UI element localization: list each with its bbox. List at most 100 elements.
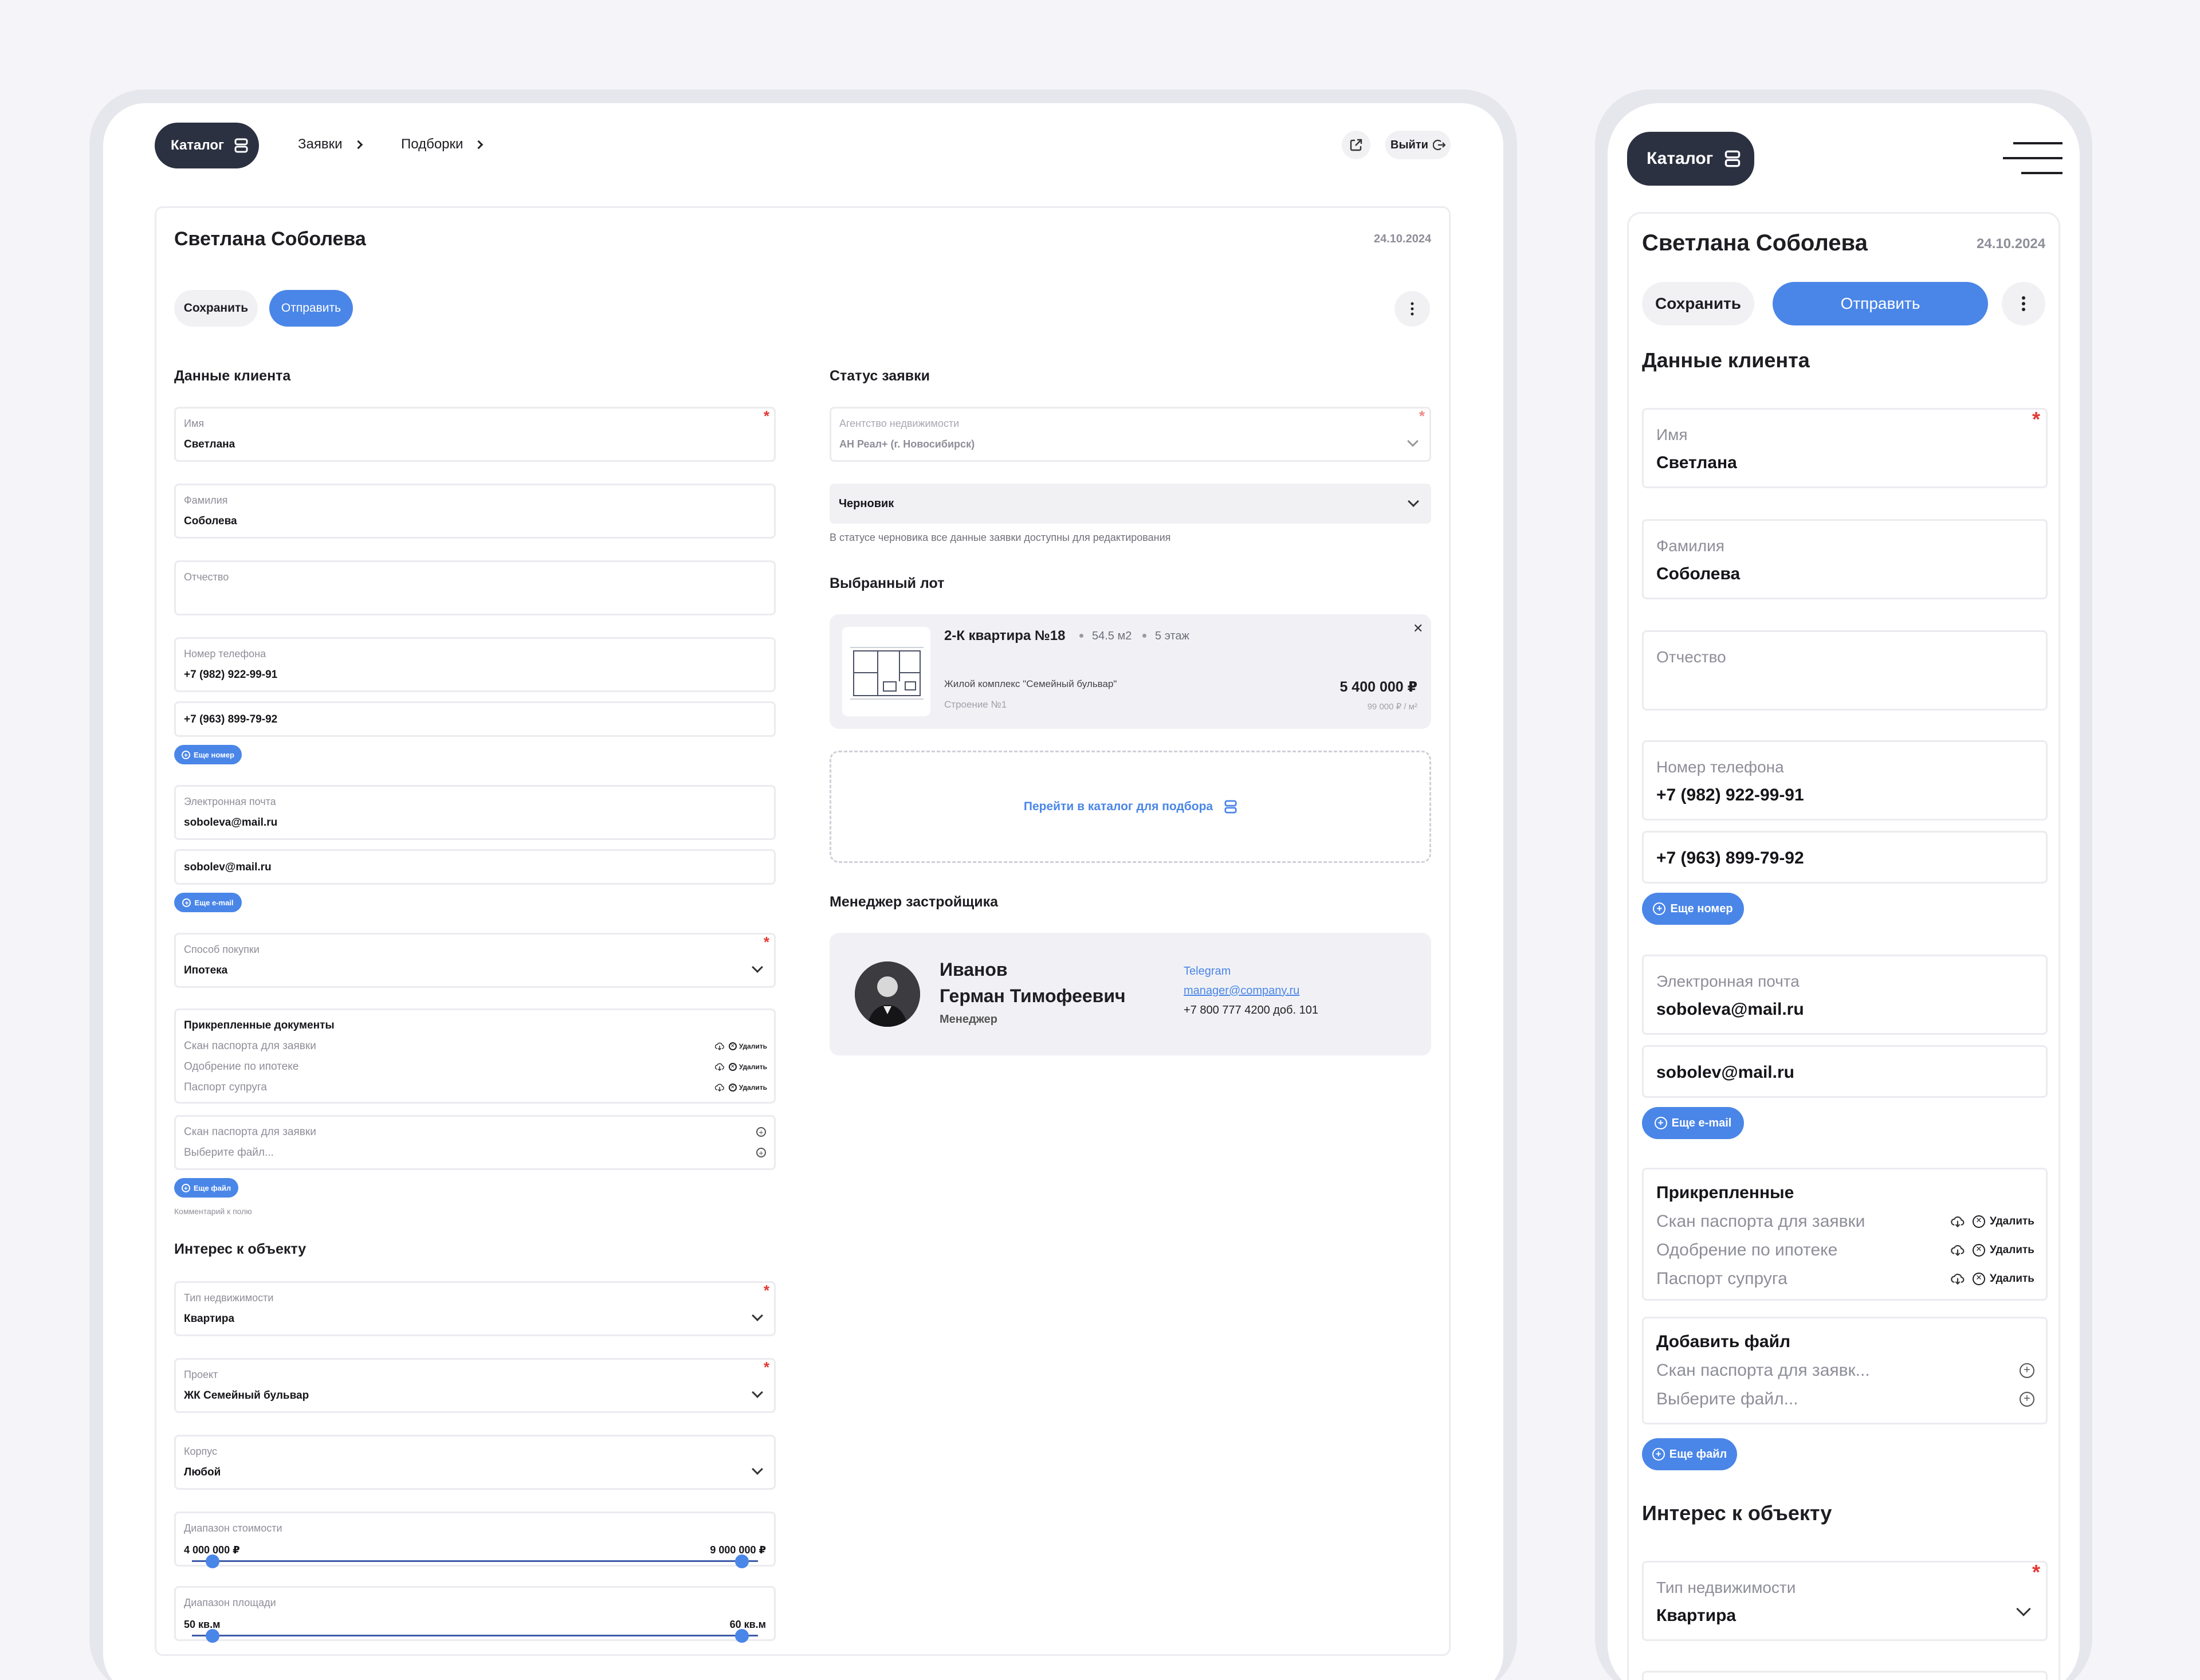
delete-doc-button[interactable]: Удалить xyxy=(739,1063,767,1071)
add-file-button[interactable]: + Еще файл xyxy=(174,1178,238,1198)
purchase-method-select[interactable]: Способ покупки Ипотека * xyxy=(174,933,776,988)
save-button[interactable]: Сохранить xyxy=(174,290,258,327)
remove-lot-icon[interactable]: ✕ xyxy=(1413,621,1423,636)
property-type-select[interactable]: Тип недвижимости Квартира * xyxy=(1642,1560,2048,1641)
last-name-field[interactable]: Фамилия Соболева xyxy=(1642,519,2048,599)
external-link-button[interactable] xyxy=(1342,131,1370,159)
catalog-button[interactable]: Каталог xyxy=(1627,132,1754,186)
price-max-value: 9 000 000 ₽ xyxy=(710,1544,766,1556)
last-name-field[interactable]: Фамилия Соболева xyxy=(174,484,776,539)
add-phone-button[interactable]: + Еще номер xyxy=(174,745,242,764)
first-name-value: Светлана xyxy=(184,438,235,450)
plus-circle-icon[interactable]: + xyxy=(2020,1363,2034,1378)
required-asterisk: * xyxy=(2032,1560,2040,1584)
doc-actions: ✕ Удалить xyxy=(1951,1273,2034,1285)
nav-requests-link[interactable]: Заявки xyxy=(298,136,363,152)
nav-selections-link[interactable]: Подборки xyxy=(401,136,484,152)
add-phone-button[interactable]: + Еще номер xyxy=(1642,893,1744,925)
plus-circle-icon: + xyxy=(181,1183,190,1192)
catalog-icon xyxy=(234,138,248,153)
send-button[interactable]: Отправить xyxy=(1773,282,1988,325)
plus-circle-icon[interactable]: + xyxy=(756,1148,766,1157)
more-options-button[interactable] xyxy=(1394,291,1430,327)
first-name-field[interactable]: Имя Светлана * xyxy=(174,407,776,462)
slider-handle-min[interactable] xyxy=(206,1629,219,1643)
add-email-button[interactable]: + Еще e-mail xyxy=(174,893,242,912)
delete-doc-button[interactable]: Удалить xyxy=(1990,1273,2034,1285)
phone-field-2[interactable]: +7 (963) 899-79-92 xyxy=(1642,831,2048,884)
phone-field[interactable]: Номер телефона +7 (982) 922-99-91 xyxy=(174,637,776,692)
download-icon[interactable] xyxy=(1951,1245,1965,1256)
attached-docs-card: Прикрепленные документы Скан паспорта дл… xyxy=(174,1008,776,1104)
plus-circle-icon: + xyxy=(1653,902,1666,915)
new-file-slot[interactable]: Выберите файл... xyxy=(1656,1389,1798,1409)
download-icon[interactable] xyxy=(714,1042,724,1050)
phone-field-2[interactable]: +7 (963) 899-79-92 xyxy=(174,701,776,737)
status-select[interactable]: Черновик xyxy=(830,484,1431,524)
catalog-button[interactable]: Каталог xyxy=(155,123,259,168)
building-select[interactable]: Корпус Любой xyxy=(174,1435,776,1490)
doc-actions: ✕ Удалить xyxy=(714,1063,767,1071)
send-button[interactable]: Отправить xyxy=(269,290,353,327)
nav-selections-label: Подборки xyxy=(401,136,463,152)
download-icon[interactable] xyxy=(714,1063,724,1071)
selected-lot-card[interactable]: 2-К квартира №18 54.5 м2 5 этаж ✕ Жилой … xyxy=(830,614,1431,729)
middle-name-field[interactable]: Отчество xyxy=(1642,630,2048,711)
first-name-field[interactable]: Имя Светлана * xyxy=(1642,407,2048,488)
attached-docs-title: Прикрепленные xyxy=(1656,1183,1794,1202)
client-name-title: Светлана Соболева xyxy=(174,228,366,250)
new-file-slot[interactable]: Скан паспорта для заявк... xyxy=(1656,1361,1870,1380)
more-options-button[interactable] xyxy=(2002,282,2045,325)
close-circle-icon[interactable]: ✕ xyxy=(728,1084,737,1092)
area-range-slider[interactable]: Диапазон площади 50 кв.м 60 кв.м xyxy=(174,1586,776,1643)
price-range-slider[interactable]: Диапазон стоимости 4 000 000 ₽ 9 000 000… xyxy=(174,1512,776,1568)
close-circle-icon[interactable]: ✕ xyxy=(1973,1273,1985,1285)
download-icon[interactable] xyxy=(1951,1273,1965,1285)
purchase-method-label: Способ покупки xyxy=(184,944,260,955)
email-field-2[interactable]: sobolev@mail.ru xyxy=(174,849,776,885)
project-select[interactable]: Проект ЖК Семейный бульвар * xyxy=(174,1358,776,1413)
slider-handle-min[interactable] xyxy=(206,1555,219,1568)
agency-select[interactable]: Агентство недвижимости АН Реал+ (г. Ново… xyxy=(830,407,1431,462)
comment-hint: Комментарий к полю xyxy=(174,1207,252,1216)
save-button[interactable]: Сохранить xyxy=(1642,282,1754,325)
manager-avatar xyxy=(855,961,920,1027)
lot-price: 5 400 000 ₽ xyxy=(1339,679,1417,695)
property-type-select[interactable]: Тип недвижимости Квартира * xyxy=(174,1281,776,1336)
download-icon[interactable] xyxy=(714,1084,724,1092)
download-icon[interactable] xyxy=(1951,1216,1965,1227)
phone-field[interactable]: Номер телефона +7 (982) 922-99-91 xyxy=(1642,740,2048,821)
email-field[interactable]: Электронная почта soboleva@mail.ru xyxy=(1642,955,2048,1035)
delete-doc-button[interactable]: Удалить xyxy=(1990,1215,2034,1228)
plus-circle-icon[interactable]: + xyxy=(756,1127,766,1137)
add-file-button[interactable]: + Еще файл xyxy=(1642,1438,1737,1470)
close-circle-icon[interactable]: ✕ xyxy=(728,1063,737,1071)
client-data-heading: Данные клиента xyxy=(1642,348,1810,372)
hamburger-menu-icon[interactable] xyxy=(2003,142,2062,176)
manager-email-link[interactable]: manager@company.ru xyxy=(1184,984,1299,998)
delete-doc-button[interactable]: Удалить xyxy=(739,1084,767,1092)
manager-telegram-link[interactable]: Telegram xyxy=(1184,965,1231,978)
close-circle-icon[interactable]: ✕ xyxy=(1973,1215,1985,1228)
first-name-label: Имя xyxy=(184,418,205,429)
delete-doc-button[interactable]: Удалить xyxy=(739,1042,767,1050)
delete-doc-button[interactable]: Удалить xyxy=(1990,1244,2034,1257)
project-select[interactable] xyxy=(1642,1671,2048,1680)
email-field[interactable]: Электронная почта soboleva@mail.ru xyxy=(174,785,776,840)
email-field-2[interactable]: sobolev@mail.ru xyxy=(1642,1045,2048,1098)
plus-circle-icon[interactable]: + xyxy=(2020,1392,2034,1407)
close-circle-icon[interactable]: ✕ xyxy=(1973,1244,1985,1257)
nav-requests-label: Заявки xyxy=(298,136,343,152)
new-file-slot[interactable]: Выберите файл... xyxy=(184,1147,274,1159)
phone-value-2: +7 (963) 899-79-92 xyxy=(1656,849,1804,868)
new-file-slot[interactable]: Скан паспорта для заявки xyxy=(184,1126,316,1139)
slider-handle-max[interactable] xyxy=(735,1629,749,1643)
middle-name-field[interactable]: Отчество xyxy=(174,560,776,615)
slider-handle-max[interactable] xyxy=(735,1555,749,1568)
plus-circle-icon: + xyxy=(182,750,191,759)
go-to-catalog-link[interactable]: Перейти в каталог для подбора xyxy=(1024,800,1213,814)
close-circle-icon[interactable]: ✕ xyxy=(728,1042,737,1050)
go-to-catalog-box[interactable]: Перейти в каталог для подбора xyxy=(830,751,1431,863)
logout-button[interactable]: Выйти xyxy=(1385,131,1451,159)
add-email-button[interactable]: + Еще e-mail xyxy=(1642,1107,1744,1139)
